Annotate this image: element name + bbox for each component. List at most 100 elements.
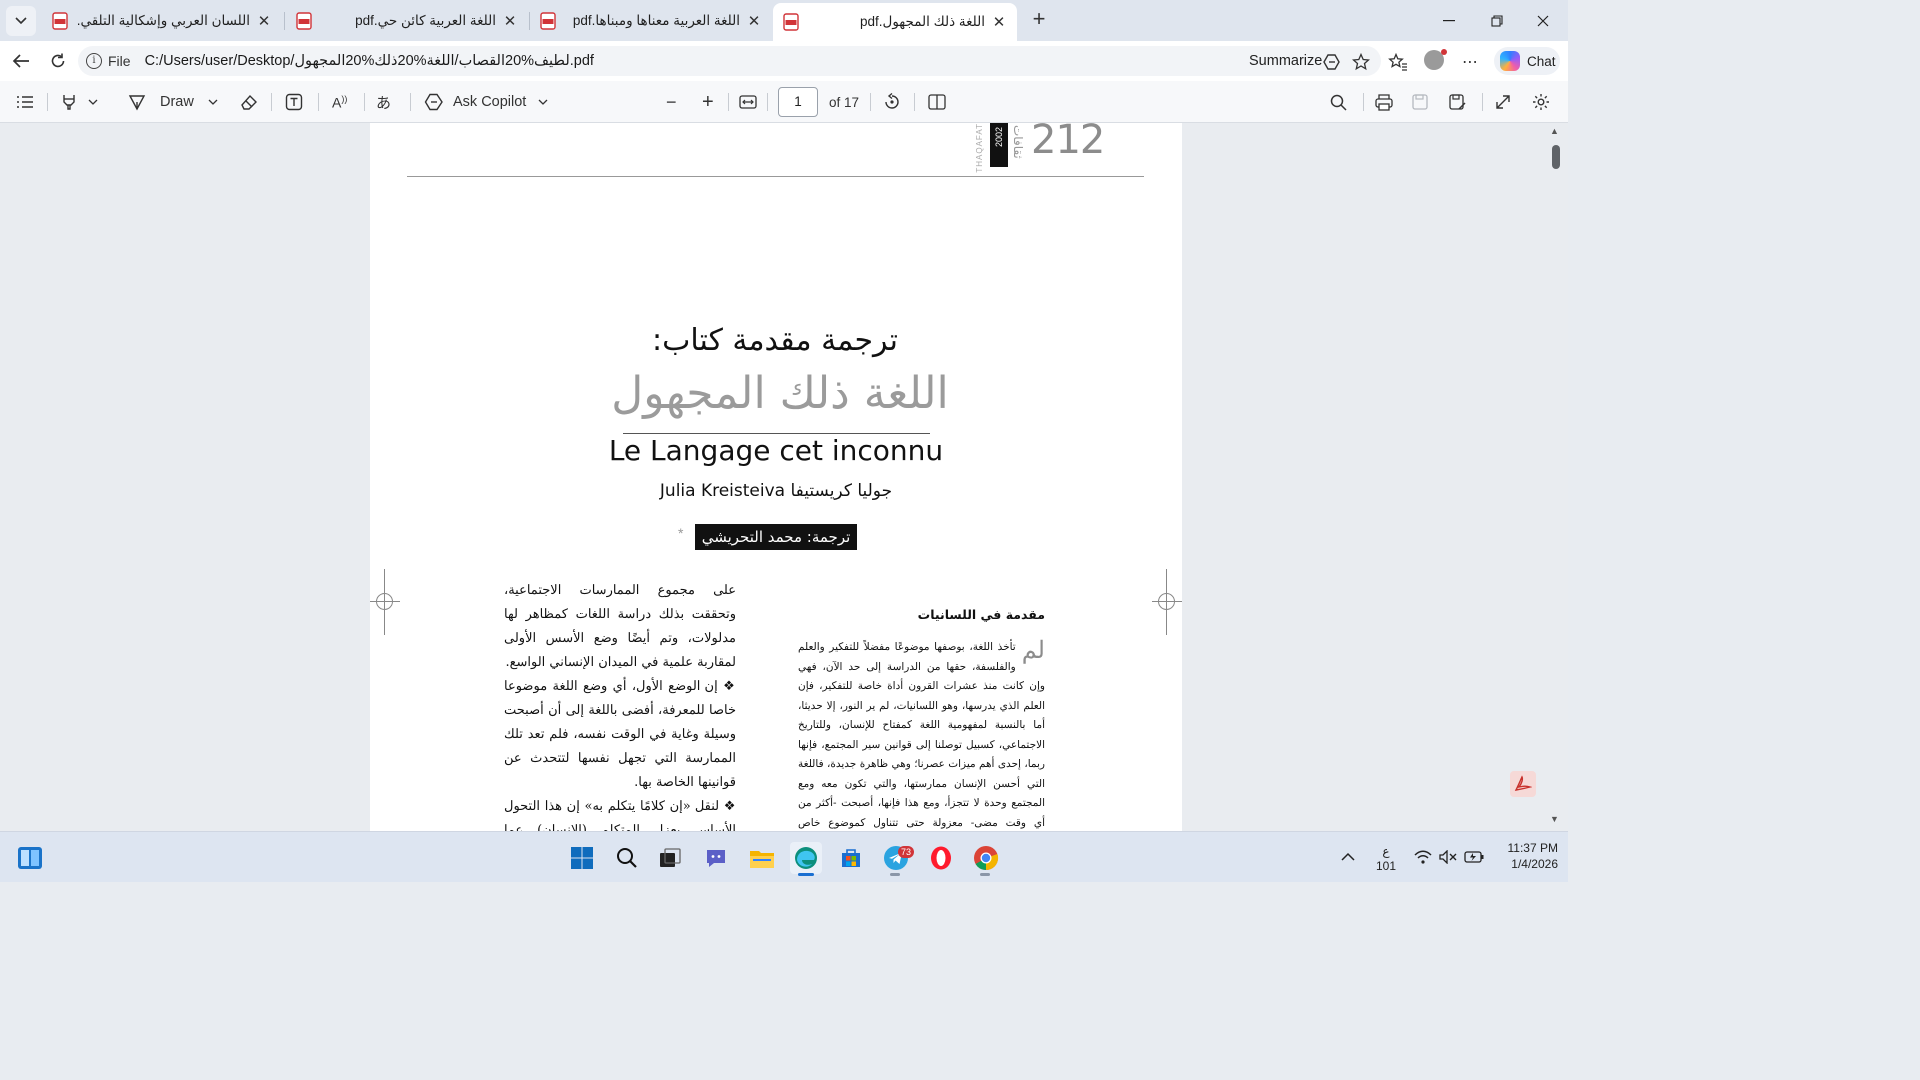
save-as-button[interactable] (1449, 81, 1469, 123)
erase-button[interactable] (240, 81, 260, 123)
back-arrow-icon (12, 54, 29, 68)
new-tab-button[interactable]: + (1028, 8, 1050, 31)
page-view-button[interactable] (928, 81, 948, 123)
save-disk-icon (1412, 94, 1428, 110)
chrome-button[interactable] (970, 842, 1002, 874)
scroll-down-arrow-icon[interactable]: ▼ (1550, 814, 1559, 824)
chevron-down-icon (15, 17, 27, 25)
read-aloud-icon: A)) (332, 93, 348, 111)
language-code: 101 (1375, 859, 1397, 873)
rotate-button[interactable] (883, 81, 903, 123)
minimize-button[interactable] (1426, 0, 1472, 41)
search-icon (617, 848, 637, 868)
toolbar-separator (47, 93, 48, 111)
page-number-input[interactable]: 1 (778, 87, 818, 117)
widgets-button[interactable] (14, 842, 46, 874)
fit-to-width-button[interactable] (739, 81, 759, 123)
tab-actions-button[interactable] (6, 6, 36, 36)
print-button[interactable] (1375, 81, 1395, 123)
scroll-up-arrow-icon[interactable]: ▲ (1550, 126, 1559, 136)
battery-button[interactable] (1464, 831, 1484, 882)
acrobat-button[interactable] (1510, 771, 1536, 797)
vertical-scrollbar[interactable] (1548, 123, 1564, 831)
table-of-contents-button[interactable] (16, 81, 38, 123)
more-options-icon[interactable]: ⋯ (1459, 51, 1481, 73)
copilot-outline-icon (424, 93, 443, 111)
zoom-out-button[interactable]: − (666, 81, 684, 123)
restore-button[interactable] (1474, 0, 1520, 41)
journal-spine-arabic: ثقافات (1011, 125, 1025, 159)
close-tab-icon[interactable]: ✕ (256, 12, 272, 30)
journal-spine-latin: THAQAFAT (975, 123, 984, 173)
paragraph: على مجموع الممارسات الاجتماعية، وتحققت ب… (504, 583, 736, 670)
draw-button[interactable]: Draw (128, 81, 220, 123)
show-hidden-icons-button[interactable] (1341, 831, 1355, 882)
summarize-button[interactable]: Summarize (1249, 53, 1322, 69)
search-taskbar-button[interactable] (611, 842, 643, 874)
article-title-french: Le Langage cet inconnu (608, 434, 944, 467)
document-viewport[interactable]: THAQAFAT 2002 ثقافات 212 ترجمة مقدمة كتا… (0, 123, 1568, 831)
close-tab-icon[interactable]: ✕ (502, 12, 518, 30)
toolbar-separator (1482, 93, 1483, 111)
microsoft-store-button[interactable] (835, 842, 867, 874)
site-info-icon[interactable]: i (86, 53, 102, 69)
read-aloud-button[interactable]: A)) (332, 81, 352, 123)
ask-copilot-button[interactable]: Ask Copilot (424, 81, 550, 123)
chevron-down-icon (208, 99, 218, 105)
url-text[interactable]: C:/Users/user/Desktop/لطيف%20القصاب/اللغ… (145, 53, 594, 69)
eraser-icon (241, 94, 257, 110)
scrollbar-thumb[interactable] (1552, 145, 1560, 169)
tab-pdf-2[interactable]: اللغة العربية كائن حي.pdf ✕ (286, 0, 528, 41)
close-window-button[interactable] (1520, 0, 1566, 41)
task-view-button[interactable] (654, 842, 686, 874)
save-button[interactable] (1412, 81, 1432, 123)
start-button[interactable] (566, 842, 598, 874)
wifi-icon (1414, 850, 1432, 864)
volume-button[interactable] (1439, 831, 1457, 882)
highlight-button[interactable] (60, 81, 106, 123)
edge-browser-button[interactable] (790, 842, 822, 874)
tab-pdf-3[interactable]: اللغة العربية معناها ومبناها.pdf ✕ (530, 0, 772, 41)
file-explorer-button[interactable] (746, 842, 778, 874)
chat-app-button[interactable] (700, 842, 732, 874)
favorites-icon[interactable] (1387, 51, 1409, 73)
plus-icon: + (702, 90, 714, 113)
chevron-up-icon (1341, 852, 1355, 861)
expand-icon (1496, 95, 1510, 109)
close-tab-icon[interactable]: ✕ (991, 13, 1007, 31)
pdf-toolbar: Draw A)) あ Ask Copilot − + 1 of 17 (0, 81, 1568, 123)
find-button[interactable] (1330, 81, 1350, 123)
restore-icon (1491, 14, 1503, 27)
pdf-page: THAQAFAT 2002 ثقافات 212 ترجمة مقدمة كتا… (370, 123, 1182, 831)
back-button[interactable] (7, 47, 35, 75)
refresh-button[interactable] (44, 47, 72, 75)
full-screen-button[interactable] (1495, 81, 1515, 123)
opera-button[interactable] (925, 842, 957, 874)
copilot-icon (1500, 51, 1520, 71)
input-language-indicator[interactable]: ع 101 (1374, 844, 1398, 874)
acrobat-icon (1514, 775, 1532, 791)
zoom-in-button[interactable]: + (702, 81, 720, 123)
translate-icon: あ (376, 94, 392, 112)
close-tab-icon[interactable]: ✕ (746, 12, 762, 30)
system-clock[interactable]: 11:37 PM 1/4/2026 (1490, 840, 1558, 872)
battery-charging-icon (1464, 850, 1484, 863)
pdf-settings-button[interactable] (1532, 81, 1552, 123)
translate-button[interactable]: あ (376, 81, 396, 123)
copilot-chat-button[interactable]: Chat (1494, 47, 1560, 75)
favorite-star-icon[interactable] (1350, 51, 1372, 73)
tab-pdf-active[interactable]: اللغة ذلك المجهول.pdf ✕ (773, 3, 1017, 41)
toolbar-separator (870, 93, 871, 111)
clock-time: 11:37 PM (1507, 841, 1558, 855)
draw-label: Draw (160, 94, 194, 110)
address-bar[interactable]: i File C:/Users/user/Desktop/لطيف%20القص… (78, 46, 1381, 76)
toolbar-separator (410, 93, 411, 111)
tab-pdf-1[interactable]: اللسان العربي وإشكالية التلقي.pdf ✕ (42, 0, 282, 41)
toolbar-separator (728, 93, 729, 111)
network-status-button[interactable] (1414, 831, 1432, 882)
add-text-button[interactable] (285, 81, 305, 123)
rotate-icon (885, 93, 899, 109)
article-title-arabic: اللغة ذلك المجهول (611, 368, 949, 419)
store-icon (842, 849, 860, 867)
copilot-summarize-icon[interactable] (1321, 51, 1343, 73)
